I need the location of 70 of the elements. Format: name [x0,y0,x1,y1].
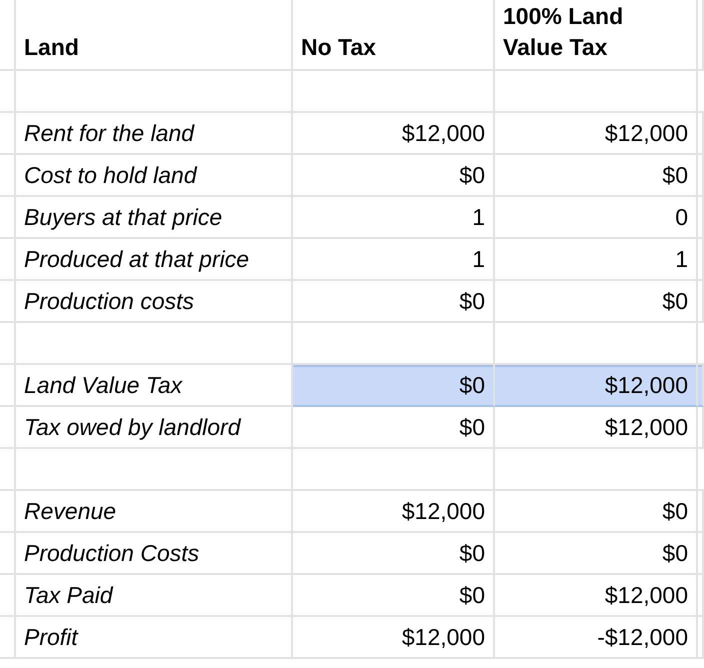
table-cell[interactable]: $12,000 [495,113,698,155]
table-cell[interactable] [0,575,16,617]
table-cell[interactable]: $12,000 [293,113,495,155]
table-cell[interactable]: 0 [495,197,698,239]
column-header: Land [24,32,79,62]
table-cell[interactable] [0,281,16,323]
table-cell[interactable] [293,71,495,113]
row-label: Production Costs [24,540,200,566]
table-cell[interactable]: $12,000 [495,407,698,449]
table-cell[interactable]: $0 [293,533,495,575]
table-cell[interactable] [495,71,698,113]
table-cell[interactable]: $0 [293,407,495,449]
table-cell[interactable] [0,155,16,197]
table-cell[interactable] [0,113,16,155]
table-cell[interactable] [293,449,495,491]
table-cell[interactable] [0,491,16,533]
row-label: Buyers at that price [24,204,222,230]
table-cell[interactable] [16,71,293,113]
table-cell[interactable] [0,407,16,449]
table-cell[interactable]: $0 [293,575,495,617]
table-cell[interactable] [495,449,698,491]
table-cell[interactable]: $0 [293,155,495,197]
table-cell[interactable]: $0 [495,281,698,323]
row-label: Cost to hold land [24,162,197,188]
table-cell[interactable] [0,239,16,281]
row-label: Produced at that price [24,246,250,272]
table-cell[interactable] [0,197,16,239]
table-cell[interactable] [698,0,704,71]
table-cell[interactable]: 1 [293,197,495,239]
table-cell[interactable] [0,0,16,71]
table-cell[interactable] [0,449,16,491]
table-cell[interactable]: -$12,000 [495,617,698,659]
table-cell[interactable] [698,239,704,281]
column-header: 100% Land Value Tax [503,2,624,62]
table-cell[interactable] [698,617,704,659]
table-cell[interactable] [0,323,16,365]
row-label: Profit [24,624,78,650]
table-cell[interactable]: $12,000 [293,491,495,533]
row-label: Revenue [24,498,116,524]
table-cell[interactable] [0,71,16,113]
table-cell[interactable]: $0 [495,491,698,533]
table-cell[interactable] [0,533,16,575]
table-cell[interactable] [698,491,704,533]
column-header: No Tax [301,32,376,62]
table-cell[interactable] [698,575,704,617]
table-cell[interactable] [0,617,16,659]
table-cell[interactable]: $12,000 [495,575,698,617]
table-cell[interactable] [698,197,704,239]
table-cell[interactable]: $12,000 [293,617,495,659]
table-cell[interactable] [698,365,704,407]
row-label: Land Value Tax [24,372,182,398]
table-cell[interactable] [698,155,704,197]
table-cell[interactable] [16,449,293,491]
table-cell[interactable]: $0 [293,365,495,407]
table-cell[interactable]: 1 [293,239,495,281]
table-cell[interactable] [698,533,704,575]
table-cell[interactable] [698,407,704,449]
table-cell[interactable] [0,365,16,407]
row-label: Rent for the land [24,120,194,146]
row-label: Tax owed by landlord [24,414,241,440]
table-cell[interactable] [16,323,293,365]
table-cell[interactable] [698,113,704,155]
table-cell[interactable]: $0 [495,533,698,575]
table-cell[interactable] [698,281,704,323]
table-cell[interactable]: $0 [293,281,495,323]
table-cell[interactable]: 1 [495,239,698,281]
row-label: Tax Paid [24,582,113,608]
table-cell[interactable]: $12,000 [495,365,698,407]
row-label: Production costs [24,288,194,314]
table-cell[interactable]: $0 [495,155,698,197]
